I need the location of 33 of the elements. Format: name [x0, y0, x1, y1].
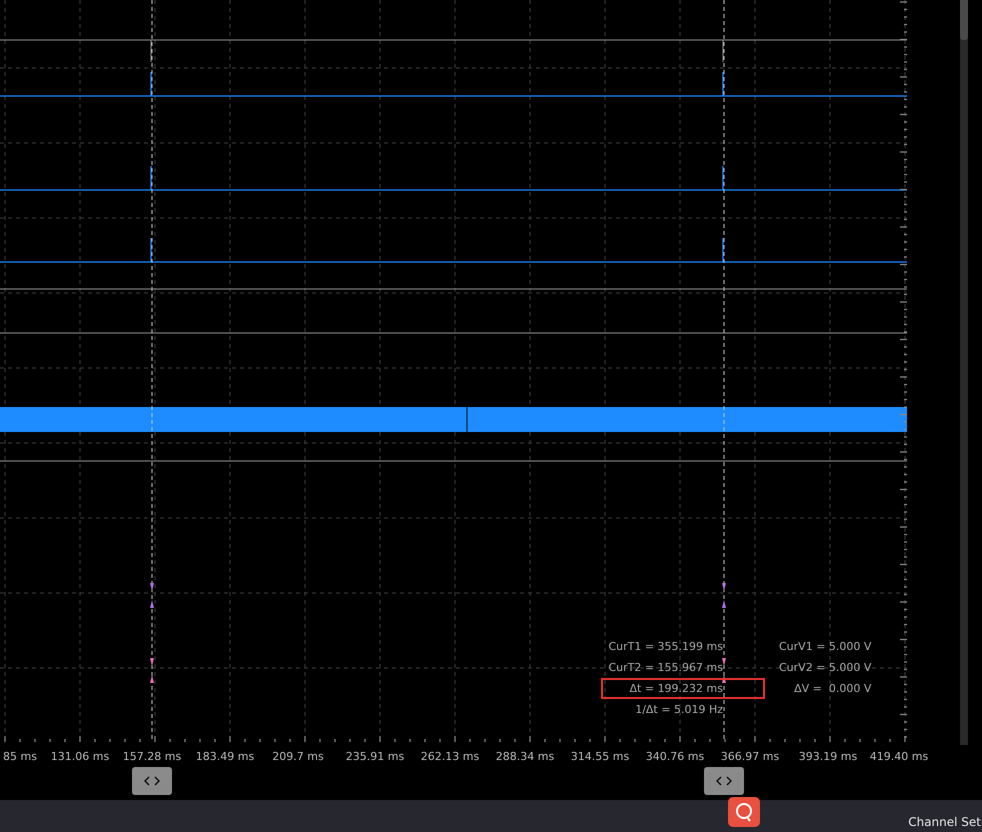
time-readout: CurT2 = 155.967 ms: [608, 660, 723, 674]
axis-label: 183.49 ms: [196, 750, 254, 763]
voltage-readout: ΔV = 0.000 V: [794, 682, 872, 696]
voltage-readout: CurV1 = 5.000 V: [779, 640, 872, 654]
cursor-handle[interactable]: [132, 767, 172, 795]
axis-label: 393.19 ms: [798, 750, 858, 763]
axis-label: 366.97 ms: [720, 750, 780, 763]
axis-label: 85 ms: [3, 750, 37, 763]
search-icon: [734, 802, 754, 822]
axis-label: 235.91 ms: [346, 750, 404, 763]
time-readout: CurT1 = 355.199 ms: [608, 640, 723, 654]
scrollbar[interactable]: [960, 0, 968, 745]
axis-label: 288.34 ms: [496, 750, 554, 763]
channel-settings-label[interactable]: Channel Set: [908, 815, 981, 832]
axis-label: 209.7 ms: [272, 750, 324, 763]
axis-label: 131.06 ms: [50, 750, 110, 763]
cursor-handle[interactable]: [704, 767, 744, 795]
chevrons-icon: [716, 776, 732, 786]
axis-label: 157.28 ms: [122, 750, 182, 763]
axis-label: 340.76 ms: [646, 750, 704, 763]
axis-label: 419.40 ms: [870, 750, 928, 763]
marker-icon: [722, 583, 726, 608]
search-button[interactable]: [728, 797, 760, 827]
time-readout: 1/Δt = 5.019 Hz: [635, 702, 723, 716]
marker-icon: [150, 583, 154, 608]
time-readout: Δt = 199.232 ms: [630, 682, 723, 696]
marker-icon: [722, 658, 726, 683]
voltage-readout: CurV2 = 5.000 V: [779, 660, 872, 674]
marker-icon: [150, 658, 154, 683]
scrollbar-thumb[interactable]: [960, 0, 968, 40]
chevrons-icon: [144, 776, 160, 786]
axis-label: 262.13 ms: [420, 750, 480, 763]
axis-label: 314.55 ms: [570, 750, 630, 763]
